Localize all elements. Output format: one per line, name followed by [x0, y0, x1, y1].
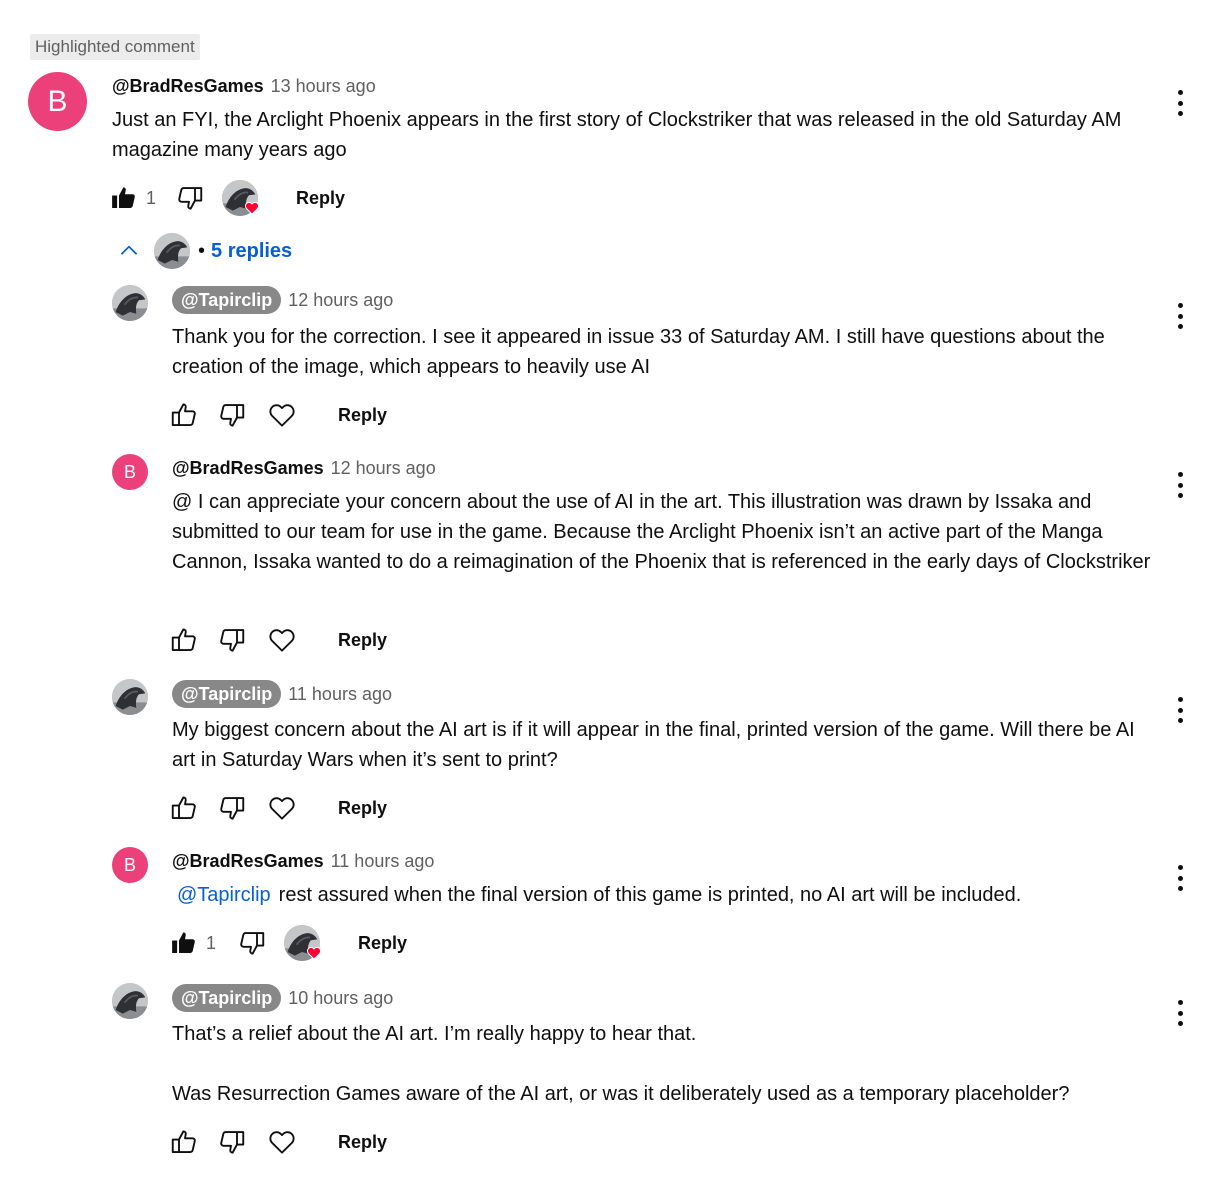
comment-paragraph: Was Resurrection Games aware of the AI a… [172, 1083, 1070, 1105]
kebab-menu-icon[interactable] [1172, 863, 1188, 893]
comment-actions: 1 Reply [108, 180, 345, 216]
author-name[interactable]: @Tapirclip [172, 286, 282, 314]
thumb-down-icon[interactable] [174, 182, 206, 214]
creator-heart [222, 180, 258, 216]
like-count: 1 [146, 187, 157, 208]
comment-text: @Tapirclip rest assured when the final ve… [177, 880, 1167, 910]
comment-actions: Reply [168, 397, 387, 433]
comment-header: @Tapirclip 12 hours ago [172, 286, 393, 314]
comment-header: @BradResGames 12 hours ago [172, 454, 436, 482]
kebab-menu-icon[interactable] [1172, 88, 1188, 118]
mention-link[interactable]: @Tapirclip [177, 884, 271, 906]
comment-text-content: rest assured when the final version of t… [278, 884, 1022, 906]
heart-icon [306, 945, 322, 961]
reply-button[interactable]: Reply [338, 630, 387, 651]
comment-text: Just an FYI, the Arclight Phoenix appear… [112, 109, 1122, 161]
author-name[interactable]: @BradResGames [172, 851, 324, 872]
avatar [154, 233, 190, 269]
heart-icon[interactable] [266, 1126, 298, 1158]
timestamp[interactable]: 13 hours ago [271, 76, 376, 97]
avatar[interactable] [112, 679, 148, 715]
thumb-up-icon[interactable] [168, 792, 200, 824]
avatar[interactable]: B [28, 72, 87, 131]
comment-text: My biggest concern about the AI art is i… [172, 719, 1135, 771]
comment-header: @Tapirclip 10 hours ago [172, 984, 393, 1012]
timestamp[interactable]: 12 hours ago [331, 458, 436, 479]
kebab-menu-icon[interactable] [1172, 998, 1188, 1028]
chevron-up-icon [120, 245, 138, 255]
like-count: 1 [206, 932, 217, 953]
comment-header: @BradResGames 13 hours ago [112, 72, 376, 100]
author-name[interactable]: @BradResGames [112, 76, 264, 97]
comment-paragraph: That’s a relief about the AI art. I’m re… [172, 1023, 697, 1045]
avatar[interactable] [112, 983, 148, 1019]
heart-icon[interactable] [266, 399, 298, 431]
thumb-down-icon[interactable] [216, 399, 248, 431]
comment-header: @Tapirclip 11 hours ago [172, 680, 392, 708]
kebab-menu-icon[interactable] [1172, 470, 1188, 500]
avatar[interactable]: B [112, 847, 148, 883]
author-name[interactable]: @BradResGames [172, 458, 324, 479]
thumb-down-icon[interactable] [216, 624, 248, 656]
heart-icon [244, 200, 260, 216]
thumb-down-icon[interactable] [236, 927, 268, 959]
timestamp[interactable]: 12 hours ago [288, 290, 393, 311]
creator-heart [284, 925, 320, 961]
thumb-up-icon[interactable] [168, 624, 200, 656]
replies-count-label[interactable]: 5 replies [211, 240, 292, 263]
author-name[interactable]: @Tapirclip [172, 680, 282, 708]
thumb-up-filled-icon[interactable] [108, 182, 140, 214]
thumb-down-icon[interactable] [216, 1126, 248, 1158]
reply-button[interactable]: Reply [296, 188, 345, 209]
separator-dot: • [198, 239, 206, 262]
comment-text: Thank you for the correction. I see it a… [172, 326, 1105, 378]
reply-button[interactable]: Reply [338, 405, 387, 426]
comment-actions: Reply [168, 622, 387, 658]
comment-actions: Reply [168, 1124, 387, 1160]
thumb-up-icon[interactable] [168, 399, 200, 431]
author-name[interactable]: @Tapirclip [172, 984, 282, 1012]
avatar[interactable] [112, 285, 148, 321]
comment-text: That’s a relief about the AI art. I’m re… [172, 1019, 1162, 1109]
replies-toggle[interactable]: • 5 replies [116, 232, 292, 270]
reply-button[interactable]: Reply [338, 798, 387, 819]
kebab-menu-icon[interactable] [1172, 695, 1188, 725]
timestamp[interactable]: 11 hours ago [331, 851, 435, 872]
comment-header: @BradResGames 11 hours ago [172, 847, 434, 875]
comment-text: @ I can appreciate your concern about th… [172, 491, 1151, 573]
thumb-up-icon[interactable] [168, 1126, 200, 1158]
comment-actions: Reply [168, 790, 387, 826]
thumb-down-icon[interactable] [216, 792, 248, 824]
heart-icon[interactable] [266, 792, 298, 824]
reply-button[interactable]: Reply [358, 933, 407, 954]
timestamp[interactable]: 11 hours ago [288, 684, 392, 705]
comment-actions: 1 Reply [168, 925, 407, 961]
avatar[interactable]: B [112, 454, 148, 490]
heart-icon[interactable] [266, 624, 298, 656]
thumb-up-filled-icon[interactable] [168, 927, 200, 959]
reply-button[interactable]: Reply [338, 1132, 387, 1153]
highlighted-comment-badge: Highlighted comment [30, 34, 200, 60]
timestamp[interactable]: 10 hours ago [288, 988, 393, 1009]
kebab-menu-icon[interactable] [1172, 301, 1188, 331]
